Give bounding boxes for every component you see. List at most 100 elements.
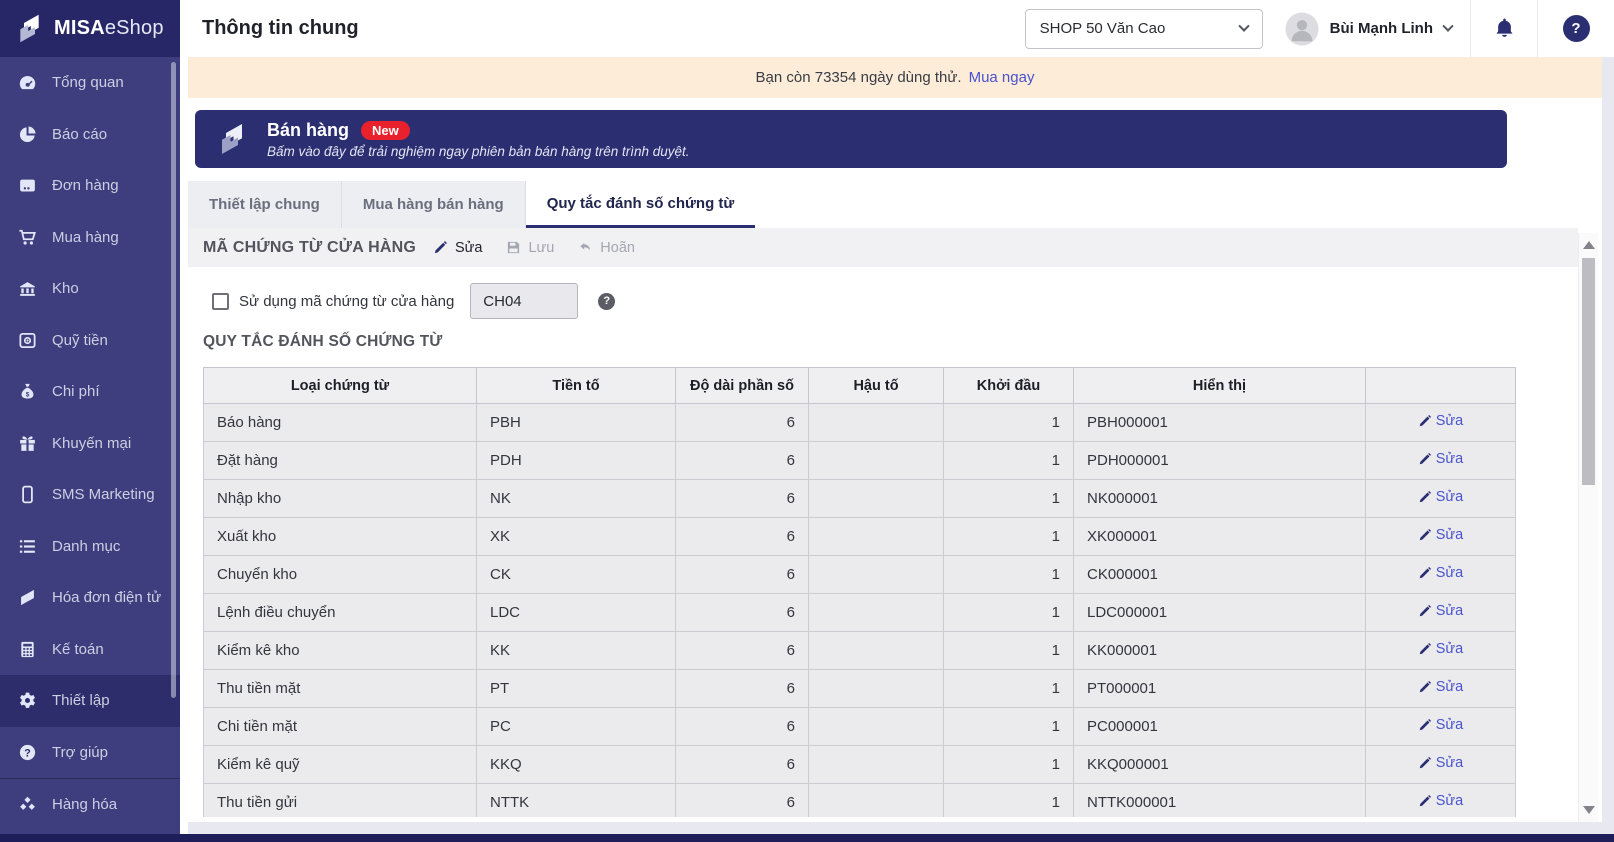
sales-promo-banner[interactable]: Bán hàng New Bấm vào đây để trải nghiệm … <box>195 110 1507 168</box>
row-edit-button[interactable]: Sửa <box>1418 527 1463 543</box>
scroll-down-arrow-icon[interactable] <box>1583 806 1595 814</box>
row-edit-button[interactable]: Sửa <box>1418 413 1463 429</box>
sidebar-item-don-hang[interactable]: Đơn hàng <box>0 160 180 212</box>
store-code-section-header: MÃ CHỨNG TỪ CỬA HÀNG Sửa Lưu Hoãn <box>188 228 1578 267</box>
sidebar-item-label: Khuyến mại <box>52 434 132 452</box>
doc-type-cell: Kiểm kê quỹ <box>203 745 477 784</box>
row-edit-button[interactable]: Sửa <box>1418 679 1463 695</box>
tab-thiet-lap-chung[interactable]: Thiết lập chung <box>188 181 342 228</box>
row-edit-button[interactable]: Sửa <box>1418 489 1463 505</box>
topbar: Thông tin chung SHOP 50 Văn Cao Bùi Mạnh… <box>180 0 1614 57</box>
sidebar-item-hang-hoa[interactable]: Hàng hóa <box>0 778 180 830</box>
save-button[interactable]: Lưu <box>506 240 554 256</box>
sidebar-item-chi-phi[interactable]: $ Chi phí <box>0 366 180 418</box>
sidebar-item-mua-hang[interactable]: Mua hàng <box>0 212 180 264</box>
row-edit-label: Sửa <box>1435 603 1464 619</box>
column-header-number-length: Độ dài phần số <box>675 367 809 404</box>
pencil-icon <box>1419 680 1431 693</box>
row-edit-button[interactable]: Sửa <box>1418 641 1463 657</box>
display-cell: LDC000001 <box>1073 593 1366 632</box>
doc-type-cell: Kiểm kê kho <box>203 631 477 670</box>
sidebar-item-quy-tien[interactable]: Quỹ tiền <box>0 315 180 367</box>
column-header-prefix: Tiền tố <box>476 367 676 404</box>
row-actions-cell: Sửa <box>1365 441 1516 480</box>
help-button[interactable]: ? <box>1538 0 1614 57</box>
topbar-right: SHOP 50 Văn Cao Bùi Mạnh Linh ? <box>1024 0 1614 57</box>
buy-now-link[interactable]: Mua ngay <box>969 69 1035 86</box>
sidebar-item-tong-quan[interactable]: Tổng quan <box>0 57 180 109</box>
row-edit-button[interactable]: Sửa <box>1418 755 1463 771</box>
trial-message: Bạn còn 73354 ngày dùng thử. <box>755 69 962 86</box>
doc-type-cell: Xuất kho <box>203 517 477 556</box>
pencil-icon <box>1419 794 1431 807</box>
shop-selector[interactable]: SHOP 50 Văn Cao <box>1024 8 1263 49</box>
row-edit-button[interactable]: Sửa <box>1418 717 1463 733</box>
app-logo[interactable]: MISAeShop <box>0 0 180 57</box>
row-edit-button[interactable]: Sửa <box>1418 603 1463 619</box>
store-code-input[interactable] <box>470 283 579 319</box>
misa-logo-icon <box>222 124 242 154</box>
store-code-section-title: MÃ CHỨNG TỪ CỬA HÀNG <box>203 238 416 256</box>
sidebar-item-bao-cao[interactable]: Báo cáo <box>0 109 180 161</box>
table-row: Kiểm kê quỹ KKQ 6 1 KKQ000001 Sửa <box>203 745 1516 784</box>
sidebar-item-khuyen-mai[interactable]: Khuyến mại <box>0 418 180 470</box>
start-cell: 1 <box>943 783 1074 817</box>
chevron-down-icon <box>1442 20 1454 32</box>
safe-icon <box>17 330 37 350</box>
row-edit-button[interactable]: Sửa <box>1418 565 1463 581</box>
list-icon <box>17 536 37 556</box>
row-actions-cell: Sửa <box>1365 783 1516 817</box>
tab-mua-hang-ban-hang[interactable]: Mua hàng bán hàng <box>341 181 526 228</box>
sidebar-item-tro-giup[interactable]: ? Trợ giúp <box>0 727 180 779</box>
sidebar-item-label: Kho <box>52 280 79 298</box>
app-root: MISAeShop Tổng quan Báo cáo Đơn hàng Mua hà… <box>0 0 1614 842</box>
gift-icon <box>17 433 37 453</box>
content-scrollbar[interactable] <box>1578 233 1598 822</box>
avatar <box>1285 11 1319 46</box>
sidebar: MISAeShop Tổng quan Báo cáo Đơn hàng Mua hà… <box>0 0 180 842</box>
tab-quy-tac-danh-so-chung-tu[interactable]: Quy tắc đánh số chứng từ <box>525 181 756 228</box>
pencil-icon <box>1419 642 1431 655</box>
table-row: Đặt hàng PDH 6 1 PDH000001 Sửa <box>203 441 1516 480</box>
sidebar-item-sms-marketing[interactable]: SMS Marketing <box>0 469 180 521</box>
number-length-cell: 6 <box>675 403 809 442</box>
use-store-code-checkbox[interactable] <box>212 292 229 310</box>
row-edit-label: Sửa <box>1435 489 1464 505</box>
display-cell: PT000001 <box>1073 669 1366 708</box>
row-edit-button[interactable]: Sửa <box>1418 793 1463 809</box>
notifications-button[interactable] <box>1471 0 1537 57</box>
prefix-cell: PT <box>476 669 676 708</box>
sidebar-item-hoa-don-dien-tu[interactable]: Hóa đơn điện tử <box>0 572 180 624</box>
pencil-icon <box>1419 490 1431 503</box>
edit-button[interactable]: Sửa <box>433 240 482 256</box>
sidebar-item-ke-toan[interactable]: Kế toán <box>0 624 180 676</box>
goods-icon <box>17 794 37 814</box>
user-menu[interactable]: Bùi Mạnh Linh <box>1285 11 1454 46</box>
suffix-cell <box>808 555 944 594</box>
row-edit-button[interactable]: Sửa <box>1418 451 1463 467</box>
sidebar-item-kho[interactable]: Kho <box>0 263 180 315</box>
sidebar-item-thiet-lap[interactable]: Thiết lập <box>0 675 180 727</box>
undo-button[interactable]: Hoãn <box>578 240 635 256</box>
sidebar-item-danh-muc[interactable]: Danh mục <box>0 521 180 573</box>
sidebar-scrollbar-thumb[interactable] <box>171 62 176 698</box>
calculator-icon <box>17 639 37 659</box>
column-header-doc-type: Loại chứng từ <box>203 367 477 404</box>
bottom-edge-bar <box>0 834 1614 842</box>
prefix-cell: KK <box>476 631 676 670</box>
prefix-cell: CK <box>476 555 676 594</box>
content-scrollbar-thumb[interactable] <box>1582 258 1595 485</box>
prefix-cell: LDC <box>476 593 676 632</box>
chevron-down-icon <box>1238 20 1250 32</box>
bottom-gutter <box>188 822 1602 834</box>
money-bag-icon: $ <box>17 382 37 402</box>
start-cell: 1 <box>943 403 1074 442</box>
scroll-up-arrow-icon[interactable] <box>1583 241 1595 249</box>
use-store-code-label: Sử dụng mã chứng từ cửa hàng <box>239 292 455 310</box>
suffix-cell <box>808 403 944 442</box>
table-row: Thu tiền mặt PT 6 1 PT000001 Sửa <box>203 669 1516 708</box>
start-cell: 1 <box>943 707 1074 746</box>
doc-type-cell: Nhập kho <box>203 479 477 518</box>
doc-type-cell: Chuyển kho <box>203 555 477 594</box>
row-edit-label: Sửa <box>1435 641 1464 657</box>
